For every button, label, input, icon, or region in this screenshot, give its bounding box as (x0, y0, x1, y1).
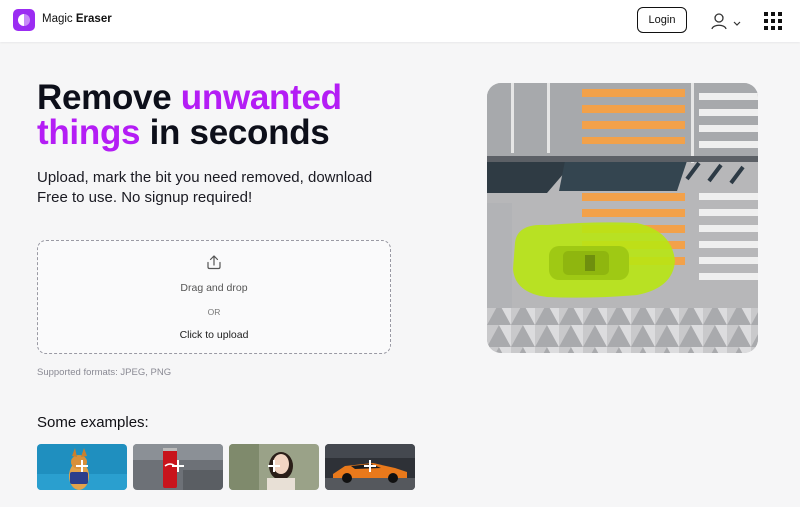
click-to-upload-link[interactable]: Click to upload (38, 329, 390, 341)
title-accent-2: things (37, 113, 141, 152)
plus-icon (172, 460, 184, 472)
brand-name[interactable]: Magic Eraser (42, 13, 112, 25)
example-can[interactable] (133, 444, 223, 490)
example-car[interactable] (325, 444, 415, 490)
brand-name-bold: Eraser (75, 13, 112, 25)
demo-image (487, 83, 758, 353)
page-title: Remove unwanted things in seconds (37, 80, 342, 150)
supported-formats: Supported formats: JPEG, PNG (37, 367, 172, 378)
drag-drop-text: Drag and drop (180, 282, 248, 294)
user-icon (711, 13, 727, 30)
plus-icon (268, 460, 280, 472)
plus-icon (76, 460, 88, 472)
upload-icon (207, 255, 221, 270)
examples-heading: Some examples: (37, 414, 149, 431)
magic-eraser-logo[interactable] (13, 9, 35, 31)
examples-list (37, 444, 417, 490)
title-part1: Remove (37, 78, 181, 117)
plus-icon (364, 460, 376, 472)
title-part2: in seconds (140, 113, 330, 152)
or-separator: OR (207, 307, 221, 317)
brand-prefix: Magic (42, 13, 73, 25)
account-menu[interactable] (710, 10, 744, 32)
example-woman[interactable] (229, 444, 319, 490)
subtitle: Upload, mark the bit you need removed, d… (37, 168, 372, 208)
upload-dropzone[interactable]: Drag and drop OR Click to upload (37, 240, 391, 354)
login-button[interactable]: Login (637, 7, 687, 33)
example-dog[interactable] (37, 444, 127, 490)
top-nav: Magic Eraser Login (0, 0, 800, 42)
chevron-down-icon (733, 21, 741, 26)
subtitle-line-2: Free to use. No signup required! (37, 189, 253, 206)
grid-icon (764, 12, 782, 30)
apps-grid-button[interactable] (764, 12, 782, 30)
subtitle-line-1: Upload, mark the bit you need removed, d… (37, 169, 373, 186)
logo-mark-icon (18, 14, 30, 26)
aerial-street-illustration (487, 83, 758, 353)
title-accent-1: unwanted (180, 78, 342, 117)
